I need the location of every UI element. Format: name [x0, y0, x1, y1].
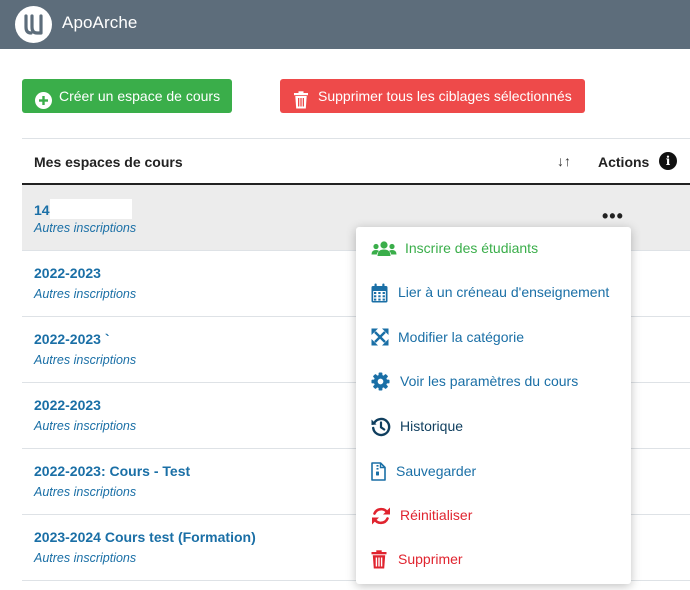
- menu-item-enroll-students[interactable]: Inscrire des étudiants: [356, 227, 631, 271]
- row-actions-dropdown: Inscrire des étudiants Lier à un créneau…: [356, 227, 631, 584]
- column-header-course-spaces: Mes espaces de cours: [34, 154, 183, 170]
- menu-item-label: Modifier la catégorie: [398, 329, 525, 345]
- course-link[interactable]: 2022-2023: [34, 397, 101, 413]
- history-icon: [371, 417, 393, 437]
- menu-item-reset[interactable]: Réinitialiser: [356, 494, 631, 538]
- top-bar: ApoArche: [0, 0, 690, 49]
- table-header: Mes espaces de cours ↓↑ Actions i: [22, 138, 690, 185]
- menu-item-view-course-settings[interactable]: Voir les paramètres du cours: [356, 360, 631, 404]
- logo-u-icon[interactable]: [15, 6, 52, 43]
- course-subtitle: Autres inscriptions: [34, 551, 137, 565]
- course-subtitle: Autres inscriptions: [34, 287, 137, 301]
- course-link[interactable]: 2022-2023: Cours - Test: [34, 463, 190, 479]
- trash-icon: [371, 550, 393, 570]
- course-link[interactable]: 2022-2023 `: [34, 331, 110, 347]
- calendar-icon: [371, 283, 393, 303]
- trash-icon: [293, 87, 309, 121]
- delete-selected-targets-label: Supprimer tous les ciblages sélectionnés: [318, 88, 572, 104]
- file-archive-icon: [371, 462, 393, 482]
- course-link[interactable]: 2022-2023: [34, 265, 101, 281]
- course-subtitle: Autres inscriptions: [34, 419, 137, 433]
- menu-item-history[interactable]: Historique: [356, 405, 631, 449]
- users-icon: [371, 239, 397, 259]
- column-header-actions: Actions: [598, 154, 650, 170]
- expand-arrows-icon: [371, 328, 393, 348]
- menu-item-link-teaching-slot[interactable]: Lier à un créneau d'enseignement: [356, 271, 631, 315]
- menu-item-delete[interactable]: Supprimer: [356, 538, 631, 582]
- menu-item-label: Sauvegarder: [396, 463, 477, 479]
- menu-item-label: Supprimer: [398, 551, 463, 567]
- app-title: ApoArche: [62, 13, 138, 32]
- menu-item-label: Lier à un créneau d'enseignement: [398, 284, 610, 300]
- row-actions-menu-icon[interactable]: •••: [602, 207, 624, 225]
- course-link[interactable]: 2023-2024 Cours test (Formation): [34, 529, 256, 545]
- info-icon[interactable]: i: [659, 152, 677, 170]
- menu-item-change-category[interactable]: Modifier la catégorie: [356, 316, 631, 360]
- course-link[interactable]: 14: [34, 199, 132, 219]
- course-subtitle: Autres inscriptions: [34, 485, 137, 499]
- redacted-text: [49, 199, 132, 219]
- menu-item-label: Inscrire des étudiants: [405, 240, 539, 256]
- gear-icon: [371, 372, 393, 392]
- course-subtitle: Autres inscriptions: [34, 221, 137, 235]
- sort-icon[interactable]: ↓↑: [557, 153, 571, 169]
- course-subtitle: Autres inscriptions: [34, 353, 137, 367]
- create-course-space-button[interactable]: Créer un espace de cours: [22, 79, 232, 113]
- plus-circle-icon: [35, 87, 52, 121]
- delete-selected-targets-button[interactable]: Supprimer tous les ciblages sélectionnés: [280, 79, 585, 113]
- menu-item-backup[interactable]: Sauvegarder: [356, 450, 631, 494]
- sync-icon: [371, 506, 393, 526]
- menu-item-label: Historique: [400, 418, 464, 434]
- menu-item-label: Réinitialiser: [400, 507, 473, 523]
- menu-item-label: Voir les paramètres du cours: [400, 373, 579, 389]
- create-course-space-label: Créer un espace de cours: [59, 88, 221, 104]
